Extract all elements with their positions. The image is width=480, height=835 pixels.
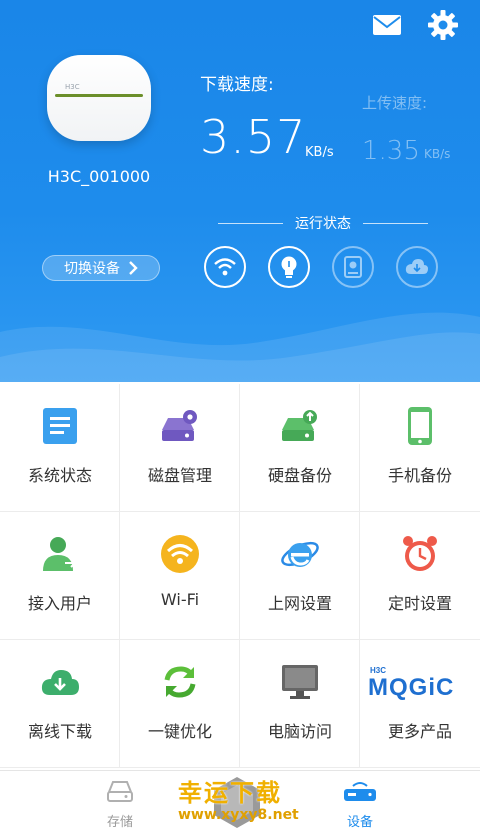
download-speed-unit: KB/s — [305, 145, 334, 160]
ie-browser-icon — [280, 534, 320, 574]
grid-item-label: 离线下载 — [27, 722, 92, 741]
document-icon — [40, 406, 80, 446]
grid-item-label: 电脑访问 — [267, 722, 332, 741]
cloud-status-icon[interactable] — [396, 246, 438, 288]
cloud-download-icon — [40, 662, 80, 702]
grid-item-label: 系统状态 — [27, 466, 92, 485]
nav-device-label: 设备 — [346, 815, 373, 830]
grid-item-timer-settings[interactable]: 定时设置 — [360, 512, 480, 640]
settings-gear-icon[interactable] — [426, 8, 460, 42]
grid-item-label: 更多产品 — [387, 722, 452, 741]
watermark-text: 幸运下载 — [178, 779, 282, 807]
refresh-icon — [160, 662, 200, 702]
mail-icon[interactable] — [370, 8, 404, 42]
device-name: H3C_001000 — [47, 167, 151, 186]
device-card: H3C H3C_001000 — [40, 55, 158, 186]
grid-item-label: 接入用户 — [27, 594, 92, 613]
grid-item-pc-access[interactable]: 电脑访问 — [240, 640, 360, 768]
grid-item-phone-backup[interactable]: 手机备份 — [360, 384, 480, 512]
switch-device-label: 切换设备 — [64, 261, 120, 277]
nav-tab-storage[interactable]: 存储 — [80, 779, 160, 830]
upload-speed-value: 1.35 — [362, 136, 420, 166]
grid-item-label: 磁盘管理 — [147, 466, 212, 485]
grid-item-wifi[interactable]: Wi-Fi — [120, 512, 240, 640]
chevron-right-icon — [129, 261, 138, 275]
wifi-status-icon[interactable] — [204, 246, 246, 288]
grid-item-internet-settings[interactable]: 上网设置 — [240, 512, 360, 640]
alarm-clock-icon — [400, 534, 440, 574]
grid-item-more-products[interactable]: H3C MQGiC 更多产品 — [360, 640, 480, 768]
bottom-nav: 存储 幸运下载 www.xyxy8.net 设备 — [0, 770, 480, 835]
magic-logo-icon: H3C MQGiC — [368, 662, 472, 702]
upload-speed-label: 上传速度: — [362, 94, 428, 112]
user-icon — [40, 534, 80, 574]
top-actions — [370, 8, 460, 42]
lightbulb-status-icon[interactable] — [268, 246, 310, 288]
router-icon — [344, 782, 376, 801]
grid-item-offline-download[interactable]: 离线下载 — [0, 640, 120, 768]
wave-decoration — [0, 312, 480, 382]
status-title: 运行状态 — [218, 212, 428, 234]
switch-device-button[interactable]: 切换设备 — [42, 255, 160, 281]
header-panel: H3C H3C_001000 下载速度: 3.57 KB/s 上传速度: 1.3… — [0, 0, 480, 382]
grid-item-label: 上网设置 — [267, 594, 332, 613]
disk-status-icon[interactable] — [332, 246, 374, 288]
nav-tab-device[interactable]: 设备 — [320, 779, 400, 830]
phone-icon — [400, 406, 440, 446]
upload-speed-unit: KB/s — [424, 147, 451, 161]
grid-item-disk-backup[interactable]: 硬盘备份 — [240, 384, 360, 512]
function-grid: 系统状态 磁盘管理 硬盘备份 手机备份 接入用户 Wi-Fi 上网设置 定时设置… — [0, 384, 480, 770]
storage-icon — [107, 781, 133, 802]
grid-item-label: 一键优化 — [147, 722, 212, 741]
grid-item-one-click-optimize[interactable]: 一键优化 — [120, 640, 240, 768]
wifi-icon — [160, 534, 200, 574]
watermark-url: www.xyxy8.net — [178, 807, 299, 823]
grid-item-label: Wi-Fi — [160, 590, 200, 609]
magic-logo-big: MQGiC — [368, 674, 455, 701]
monitor-icon — [280, 662, 320, 702]
disk-backup-icon — [280, 406, 320, 446]
grid-item-disk-manage[interactable]: 磁盘管理 — [120, 384, 240, 512]
status-title-text: 运行状态 — [295, 216, 351, 232]
router-image: H3C — [47, 55, 151, 141]
status-icons — [204, 246, 438, 288]
nav-storage-label: 存储 — [106, 815, 133, 830]
grid-item-label: 硬盘备份 — [267, 466, 332, 485]
download-speed-value: 3.57 — [200, 110, 307, 164]
grid-item-label: 定时设置 — [387, 594, 452, 613]
download-speed-label: 下载速度: — [200, 75, 274, 95]
grid-item-label: 手机备份 — [387, 466, 452, 485]
grid-item-connected-users[interactable]: 接入用户 — [0, 512, 120, 640]
grid-item-system-status[interactable]: 系统状态 — [0, 384, 120, 512]
disk-settings-icon — [160, 406, 200, 446]
